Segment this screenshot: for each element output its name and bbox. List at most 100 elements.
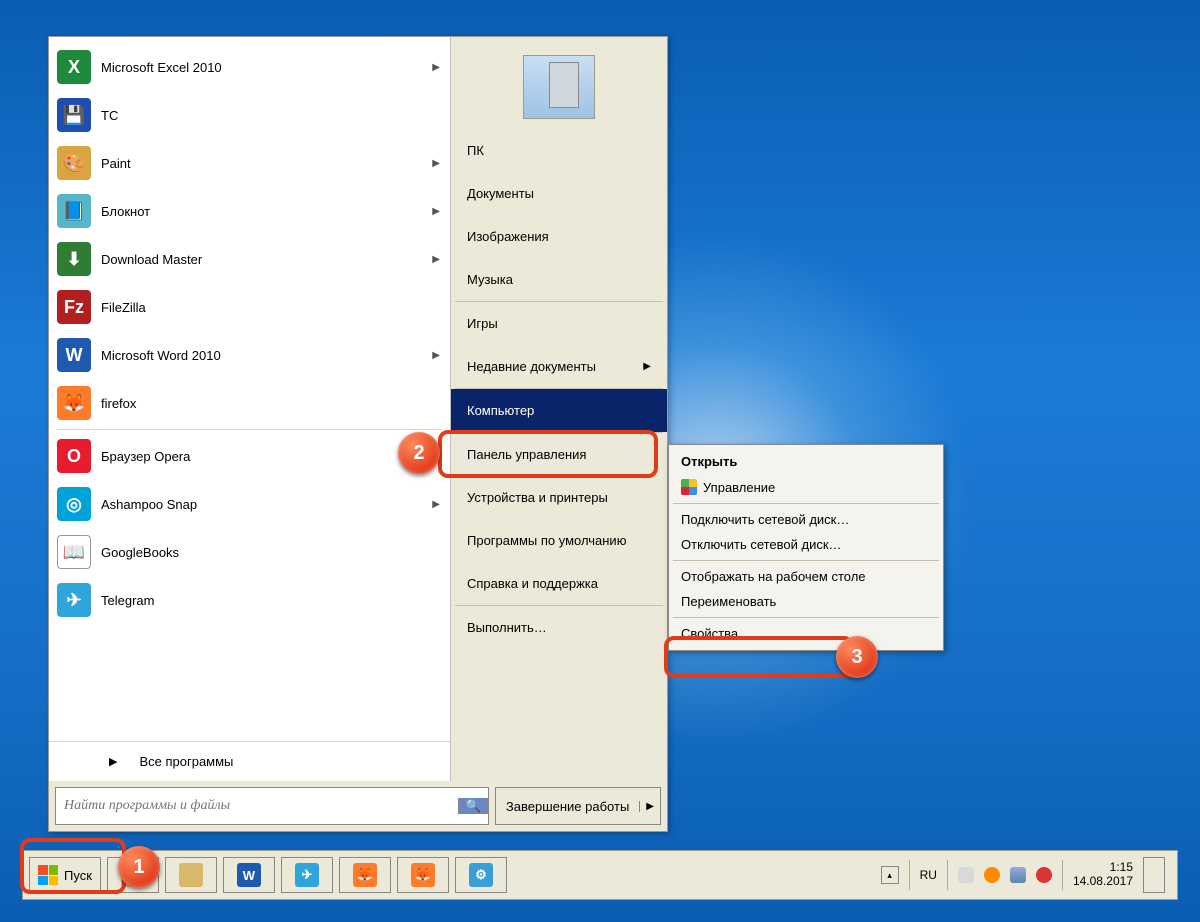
program-item[interactable]: ◎ Ashampoo Snap▶ <box>49 480 450 528</box>
app-icon: ⚙ <box>469 863 493 887</box>
places-item[interactable]: Документы <box>451 172 667 215</box>
places-item[interactable]: Справка и поддержка <box>451 562 667 605</box>
places-item[interactable]: Компьютер <box>451 389 667 432</box>
program-item[interactable]: ✈ Telegram <box>49 576 450 624</box>
annotation-ring-1 <box>20 838 126 894</box>
places-label: Справка и поддержка <box>467 576 598 591</box>
program-item[interactable]: 📘Блокнот▶ <box>49 187 450 235</box>
context-menu-item[interactable]: Подключить сетевой диск… <box>671 507 941 532</box>
context-menu-label: Отображать на рабочем столе <box>681 569 866 584</box>
search-input[interactable] <box>56 788 458 824</box>
app-icon: 💾 <box>57 98 91 132</box>
taskbar-app-explorer[interactable] <box>165 857 217 893</box>
submenu-arrow-icon: ▶ <box>432 254 440 265</box>
places-item[interactable]: Устройства и принтеры <box>451 476 667 519</box>
app-icon: W <box>57 338 91 372</box>
program-item[interactable]: WMicrosoft Word 2010▶ <box>49 331 450 379</box>
context-menu: Открыть Управление Подключить сетевой диск… <box>668 444 944 651</box>
submenu-arrow-icon: ▶ <box>432 62 440 73</box>
search-box[interactable]: 🔍 <box>55 787 489 825</box>
app-icon: 🦊 <box>411 863 435 887</box>
start-menu-places-pane: ПК Документы Изображения Музыка Игры Недавние… <box>451 37 667 781</box>
user-picture[interactable] <box>523 55 595 119</box>
program-item[interactable]: OБраузер Opera▶ <box>49 432 450 480</box>
taskbar-app-firefox2[interactable]: 🦊 <box>397 857 449 893</box>
tray-overflow-arrow[interactable]: ▴ <box>881 866 899 884</box>
start-menu-programs-pane: XMicrosoft Excel 2010▶💾TC🎨Paint▶ 📘 Блокнот… <box>49 37 451 781</box>
places-label: Недавние документы <box>467 359 596 374</box>
program-label: Браузер Opera <box>101 449 432 464</box>
places-item[interactable]: Игры <box>451 302 667 345</box>
annotation-marker-2: 2 <box>398 432 440 474</box>
program-label: Telegram <box>101 593 440 608</box>
taskbar-app-settings[interactable]: ⚙ <box>455 857 507 893</box>
program-item[interactable]: 🎨Paint▶ <box>49 139 450 187</box>
context-menu-label: Отключить сетевой диск… <box>681 537 842 552</box>
tray-icon[interactable] <box>958 867 974 883</box>
tray-icon-avast[interactable] <box>984 867 1000 883</box>
context-menu-label: Переименовать <box>681 594 776 609</box>
all-programs-label: Все программы <box>139 754 233 769</box>
program-item[interactable]: XMicrosoft Excel 2010▶ <box>49 43 450 91</box>
start-menu-footer: 🔍 Завершение работы ▶ <box>49 781 667 831</box>
language-indicator[interactable]: RU <box>920 868 937 882</box>
places-label: Игры <box>467 316 498 331</box>
places-item[interactable]: Выполнить… <box>451 606 667 649</box>
context-menu-item[interactable]: Отображать на рабочем столе <box>671 564 941 589</box>
submenu-arrow-icon: ▶ <box>432 499 440 510</box>
context-menu-item[interactable]: Управление <box>671 474 941 500</box>
program-item[interactable]: ⬇Download Master▶ <box>49 235 450 283</box>
tray-icon-network[interactable] <box>1010 867 1026 883</box>
annotation-marker-1: 1 <box>118 846 160 888</box>
all-programs[interactable]: ▶ Все программы <box>49 741 450 781</box>
app-icon: 📘 <box>57 194 91 228</box>
annotation-marker-3: 3 <box>836 636 878 678</box>
app-icon: X <box>57 50 91 84</box>
show-desktop-button[interactable] <box>1143 857 1165 893</box>
shutdown-button[interactable]: Завершение работы ▶ <box>495 787 661 825</box>
app-icon: 📖 <box>57 535 91 569</box>
app-icon: 🦊 <box>57 386 91 420</box>
shutdown-label: Завершение работы <box>496 799 639 814</box>
app-icon: ✈ <box>57 583 91 617</box>
taskbar-app-telegram[interactable]: ✈ <box>281 857 333 893</box>
clock-time: 1:15 <box>1073 861 1133 875</box>
submenu-arrow-icon: ▶ <box>432 158 440 169</box>
program-item[interactable]: 📖 GoogleBooks <box>49 528 450 576</box>
program-item[interactable]: 💾TC <box>49 91 450 139</box>
context-menu-item[interactable]: Отключить сетевой диск… <box>671 532 941 557</box>
context-menu-item[interactable]: Открыть <box>671 449 941 474</box>
taskbar-app-word[interactable]: W <box>223 857 275 893</box>
places-label: Документы <box>467 186 534 201</box>
program-label: Ashampoo Snap <box>101 497 432 512</box>
app-icon <box>179 863 203 887</box>
app-icon: Fz <box>57 290 91 324</box>
program-label: firefox <box>101 396 440 411</box>
places-item[interactable]: Изображения <box>451 215 667 258</box>
program-label: Блокнот <box>101 204 432 219</box>
context-menu-label: Управление <box>703 480 775 495</box>
app-icon: O <box>57 439 91 473</box>
taskbar-clock[interactable]: 1:15 14.08.2017 <box>1073 861 1133 889</box>
places-label: ПК <box>467 143 484 158</box>
context-menu-item[interactable]: Переименовать <box>671 589 941 614</box>
program-item[interactable]: FzFileZilla <box>49 283 450 331</box>
program-label: Download Master <box>101 252 432 267</box>
submenu-arrow-icon: ▶ <box>432 350 440 361</box>
app-icon: ◎ <box>57 487 91 521</box>
places-item[interactable]: Музыка <box>451 258 667 301</box>
program-item[interactable]: 🦊 firefox <box>49 379 450 427</box>
places-label: Устройства и принтеры <box>467 490 608 505</box>
places-item[interactable]: Недавние документы▶ <box>451 345 667 388</box>
places-item[interactable]: ПК <box>451 129 667 172</box>
program-label: GoogleBooks <box>101 545 440 560</box>
clock-date: 14.08.2017 <box>1073 875 1133 889</box>
places-label: Изображения <box>467 229 549 244</box>
search-icon[interactable]: 🔍 <box>458 798 488 814</box>
program-label: Paint <box>101 156 432 171</box>
taskbar-app-firefox1[interactable]: 🦊 <box>339 857 391 893</box>
tray-icon-volume[interactable] <box>1036 867 1052 883</box>
shutdown-options-arrow[interactable]: ▶ <box>639 801 660 812</box>
annotation-ring-3 <box>664 636 854 678</box>
places-item[interactable]: Программы по умолчанию <box>451 519 667 562</box>
